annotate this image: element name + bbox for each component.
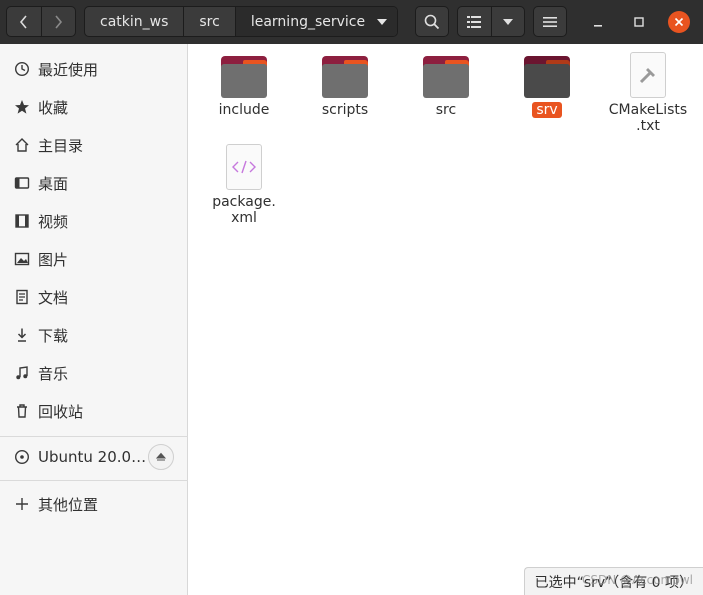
sidebar-item-recent[interactable]: 最近使用: [0, 51, 188, 87]
sidebar-divider: [0, 436, 188, 437]
picture-icon: [14, 251, 30, 267]
sidebar-item-label: Ubuntu 20.0…: [38, 448, 147, 466]
disc-icon: [14, 449, 30, 465]
file-item-src[interactable]: src: [400, 54, 492, 118]
file-view: include scripts src srv CMakeLists .txt …: [189, 44, 703, 595]
path-crumb-src[interactable]: src: [184, 7, 236, 36]
sidebar-item-label: 文档: [38, 288, 69, 307]
minimize-button[interactable]: [587, 11, 609, 33]
forward-button[interactable]: [40, 7, 76, 36]
document-icon: [14, 289, 30, 305]
eject-icon: [156, 452, 166, 461]
file-item-srv[interactable]: srv: [501, 54, 593, 118]
sidebar-item-starred[interactable]: 收藏: [0, 89, 188, 125]
list-view-icon: [467, 15, 482, 28]
path-crumb-catkin-ws[interactable]: catkin_ws: [85, 7, 185, 36]
chevron-down-icon: [502, 18, 513, 25]
folder-icon: [423, 54, 469, 98]
music-icon: [14, 365, 30, 381]
file-item-scripts[interactable]: scripts: [299, 54, 391, 118]
list-view-button[interactable]: [458, 7, 491, 36]
sidebar-item-music[interactable]: 音乐: [0, 355, 188, 391]
header-bar: catkin_ws src learning_service: [0, 0, 703, 44]
view-buttons: [457, 6, 525, 37]
plus-icon: [14, 496, 30, 512]
clock-icon: [14, 61, 30, 77]
watermark: CSDN @Accompwl: [581, 573, 693, 587]
file-item-package-xml[interactable]: package. xml: [198, 144, 290, 226]
download-icon: [14, 327, 30, 343]
folder-icon: [221, 54, 267, 98]
xml-file-icon: [226, 144, 262, 190]
video-icon: [14, 213, 30, 229]
path-crumb-label: learning_service: [250, 13, 366, 30]
view-options-button[interactable]: [490, 7, 525, 36]
sidebar-divider: [0, 480, 188, 481]
text-file-icon: [630, 52, 666, 98]
sidebar-item-label: 桌面: [38, 174, 69, 193]
sidebar-item-label: 下载: [38, 326, 69, 345]
file-item-cmakelists[interactable]: CMakeLists .txt: [602, 52, 694, 134]
maximize-icon: [634, 17, 644, 27]
sidebar-item-ubuntu-volume[interactable]: Ubuntu 20.0…: [0, 439, 188, 475]
chevron-right-icon: [55, 14, 63, 29]
file-label: include: [218, 102, 270, 118]
folder-icon: [322, 54, 368, 98]
sidebar-item-label: 图片: [38, 250, 69, 269]
sidebar-item-videos[interactable]: 视频: [0, 203, 188, 239]
desktop-icon: [14, 175, 30, 191]
home-icon: [14, 137, 30, 153]
sidebar-item-label: 音乐: [38, 364, 69, 383]
close-icon: [674, 17, 684, 27]
path-crumb-label: catkin_ws: [100, 13, 169, 30]
sidebar: 最近使用 收藏 主目录 桌面 视频 图片 文档 下载 音乐 回收站 Ubuntu…: [0, 44, 188, 595]
nav-buttons: [6, 6, 76, 37]
sidebar-item-label: 收藏: [38, 98, 69, 117]
folder-icon: [524, 54, 570, 98]
path-crumb-learning-service[interactable]: learning_service: [235, 7, 397, 36]
sidebar-item-downloads[interactable]: 下载: [0, 317, 188, 353]
trash-icon: [14, 403, 30, 419]
search-button[interactable]: [415, 6, 449, 37]
back-button[interactable]: [7, 7, 41, 36]
sidebar-item-other-locations[interactable]: 其他位置: [0, 486, 188, 522]
file-label-selected: srv: [532, 102, 562, 118]
sidebar-item-documents[interactable]: 文档: [0, 279, 188, 315]
eject-button[interactable]: [148, 444, 174, 470]
star-icon: [14, 99, 30, 115]
minimize-icon: [594, 25, 602, 27]
dropdown-arrow-icon[interactable]: [377, 18, 387, 25]
file-label: package. xml: [212, 194, 276, 226]
file-label: CMakeLists .txt: [608, 102, 688, 134]
sidebar-item-pictures[interactable]: 图片: [0, 241, 188, 277]
menu-button[interactable]: [533, 6, 567, 37]
hamburger-menu-icon: [543, 16, 557, 27]
sidebar-item-label: 最近使用: [38, 60, 99, 79]
chevron-left-icon: [19, 14, 27, 29]
hammer-icon: [639, 68, 655, 84]
file-label: scripts: [321, 102, 369, 118]
sidebar-item-label: 视频: [38, 212, 69, 231]
file-label: src: [435, 102, 457, 118]
sidebar-item-desktop[interactable]: 桌面: [0, 165, 188, 201]
path-crumb-label: src: [199, 13, 220, 30]
code-icon: [232, 160, 256, 174]
path-bar: catkin_ws src learning_service: [84, 6, 398, 37]
sidebar-item-home[interactable]: 主目录: [0, 127, 188, 163]
file-item-include[interactable]: include: [198, 54, 290, 118]
sidebar-item-label: 回收站: [38, 402, 84, 421]
search-icon: [424, 14, 440, 29]
close-button[interactable]: [668, 11, 690, 33]
sidebar-item-label: 其他位置: [38, 495, 99, 514]
maximize-button[interactable]: [628, 11, 650, 33]
sidebar-item-label: 主目录: [38, 136, 84, 155]
sidebar-item-trash[interactable]: 回收站: [0, 393, 188, 429]
